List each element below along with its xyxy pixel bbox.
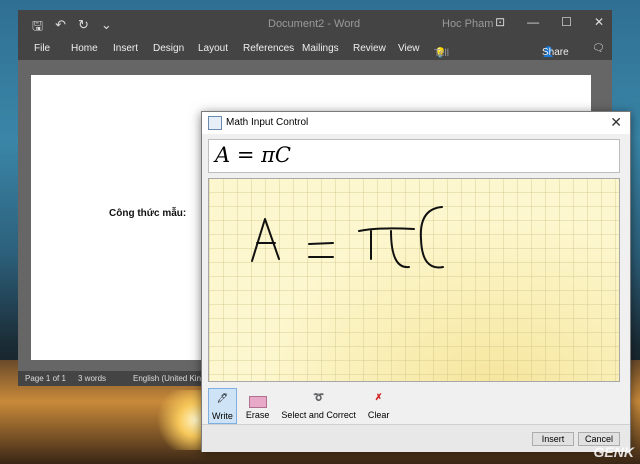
write-button[interactable]: 🖊 Write bbox=[208, 388, 237, 424]
tab-review[interactable]: Review bbox=[353, 43, 386, 54]
document-title: Document2 - Word bbox=[268, 18, 361, 30]
document-text[interactable]: Công thức mẫu: bbox=[109, 208, 186, 219]
tab-mailings[interactable]: Mailings bbox=[302, 43, 339, 54]
erase-label: Erase bbox=[245, 410, 270, 420]
dialog-footer: Insert Cancel bbox=[202, 424, 630, 452]
share-label: Share bbox=[542, 47, 569, 58]
undo-icon[interactable]: ↶ bbox=[55, 17, 66, 39]
dialog-titlebar: Math Input Control ✕ bbox=[202, 112, 630, 134]
comment-icon[interactable]: 🗨 bbox=[592, 43, 605, 54]
tab-design[interactable]: Design bbox=[153, 43, 184, 54]
tab-insert[interactable]: Insert bbox=[113, 43, 138, 54]
page-count[interactable]: Page 1 of 1 bbox=[25, 374, 66, 383]
ribbon-tabs: File Home Insert Design Layout Reference… bbox=[18, 38, 612, 70]
preview-formula: A = πC bbox=[215, 143, 291, 167]
dialog-title: Math Input Control bbox=[226, 117, 309, 128]
ribbon-display-icon[interactable]: ⊡ bbox=[495, 15, 505, 29]
tab-file[interactable]: File bbox=[34, 43, 50, 54]
lasso-icon: ➰ bbox=[313, 392, 325, 402]
clear-x-icon: ✗ bbox=[374, 392, 383, 402]
minimize-icon[interactable]: — bbox=[527, 15, 539, 29]
tab-layout[interactable]: Layout bbox=[198, 43, 228, 54]
select-correct-button[interactable]: ➰ Select and Correct bbox=[278, 388, 359, 422]
eraser-icon bbox=[248, 396, 267, 408]
handwritten-ink bbox=[251, 206, 444, 269]
quick-access-toolbar: 🖫 ↶ ↻ ⌄ bbox=[32, 17, 112, 39]
pen-icon: 🖊 bbox=[216, 393, 229, 403]
redo-icon[interactable]: ↻ bbox=[78, 17, 89, 39]
save-icon[interactable]: 🖫 bbox=[32, 17, 43, 39]
word-count[interactable]: 3 words bbox=[78, 374, 106, 383]
math-input-icon bbox=[208, 116, 222, 130]
window-controls: ⊡ — ☐ ✕ bbox=[495, 15, 604, 29]
write-label: Write bbox=[212, 411, 233, 421]
select-correct-label: Select and Correct bbox=[281, 410, 356, 420]
tab-home[interactable]: Home bbox=[71, 43, 98, 54]
clear-label: Clear bbox=[367, 410, 390, 420]
language-status[interactable]: English (United Kin bbox=[133, 374, 201, 383]
tab-view[interactable]: View bbox=[398, 43, 420, 54]
handwriting-area[interactable] bbox=[208, 178, 620, 382]
word-titlebar: 🖫 ↶ ↻ ⌄ Document2 - Word Hoc Pham ⊡ — ☐ … bbox=[18, 10, 612, 38]
insert-button[interactable]: Insert bbox=[532, 432, 574, 446]
customize-qat-icon[interactable]: ⌄ bbox=[101, 17, 112, 39]
watermark-logo: GENK bbox=[593, 444, 634, 460]
close-icon[interactable]: ✕ bbox=[610, 114, 622, 131]
user-name[interactable]: Hoc Pham bbox=[442, 18, 493, 30]
tab-references[interactable]: References bbox=[243, 43, 294, 54]
close-icon[interactable]: ✕ bbox=[594, 15, 604, 29]
erase-button[interactable]: Erase bbox=[243, 388, 273, 422]
clear-button[interactable]: ✗ Clear bbox=[365, 388, 393, 422]
math-input-dialog: Math Input Control ✕ A = πC 🖊 Write Eras… bbox=[201, 111, 631, 452]
tool-bar: 🖊 Write Erase ➰ Select and Correct ✗ Cle… bbox=[208, 388, 392, 424]
math-preview: A = πC bbox=[208, 139, 620, 173]
maximize-icon[interactable]: ☐ bbox=[561, 15, 572, 29]
